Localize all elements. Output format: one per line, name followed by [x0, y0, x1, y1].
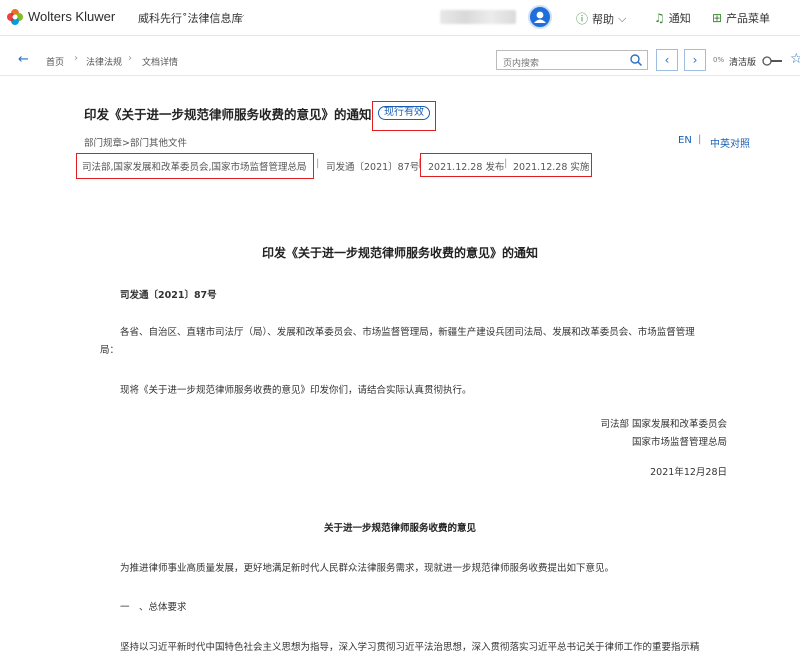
search-icon[interactable]	[629, 53, 643, 67]
user-name-blurred	[440, 10, 516, 24]
notifications-button[interactable]: ♫ 通知	[654, 10, 691, 26]
avatar[interactable]	[528, 5, 552, 29]
prev-match-button[interactable]: ‹	[656, 49, 678, 71]
chevron-down-icon[interactable]: ⌵	[236, 9, 244, 23]
grid-icon: ⊞	[712, 11, 723, 25]
page-title: 印发《关于进一步规范律师服务收费的意见》的通知	[84, 107, 372, 122]
document-date: 2021年12月28日	[650, 467, 727, 478]
help-icon: ⓘ	[576, 12, 589, 26]
recipients-line-2: 局：	[100, 345, 120, 356]
breadcrumb-separator-icon: ›	[128, 53, 132, 64]
document-number: 司发通〔2021〕87号	[326, 162, 420, 173]
clean-version-toggle[interactable]	[762, 56, 784, 66]
help-menu[interactable]: ⓘ 帮助 ⌵	[576, 10, 626, 27]
highlight-box-issuer	[76, 153, 314, 179]
product-menu-label: 产品菜单	[726, 12, 771, 25]
section-paragraph: 坚持以习近平新时代中国特色社会主义思想为指导，深入学习贯彻习近平法治思想，深入贯…	[120, 642, 700, 653]
breadcrumb-current: 文档详情	[142, 58, 179, 68]
in-page-search[interactable]	[496, 50, 648, 73]
clean-percent: 0%	[713, 56, 725, 64]
bell-icon: ♫	[654, 11, 665, 25]
signatory-line-2: 国家市场监督管理总局	[631, 437, 727, 448]
instruction-paragraph: 现将《关于进一步规范律师服务收费的意见》印发你们，请结合实际认真贯彻执行。	[120, 385, 472, 396]
favorite-star-icon[interactable]: ☆	[790, 51, 800, 67]
recipients-line-1: 各省、自治区、直辖市司法厅（局）、发展和改革委员会、市场监督管理局，新疆生产建设…	[120, 327, 695, 338]
opinion-title: 关于进一步规范律师服务收费的意见	[323, 523, 476, 534]
brand-name[interactable]: Wolters Kluwer	[28, 9, 115, 24]
document-category: 部门规章>部门其他文件	[84, 138, 187, 149]
breadcrumb-home[interactable]: 首页	[46, 55, 64, 68]
product-selector[interactable]: 威科先行˚法律信息库	[138, 10, 243, 26]
meta-separator: |	[316, 158, 320, 169]
chevron-left-icon: ‹	[664, 53, 670, 67]
wolters-kluwer-logo-icon[interactable]	[6, 8, 24, 26]
language-en-link[interactable]: EN	[678, 135, 692, 146]
top-header: Wolters Kluwer 威科先行˚法律信息库 ⌵ ⓘ 帮助 ⌵ ♫ 通知 …	[0, 0, 800, 36]
next-match-button[interactable]: ›	[684, 49, 706, 71]
back-arrow-icon[interactable]: ←	[18, 52, 29, 67]
product-menu-button[interactable]: ⊞ 产品菜单	[712, 10, 770, 26]
language-bilingual-link[interactable]: 中英对照	[710, 135, 750, 150]
content-heading: 印发《关于进一步规范律师服务收费的意见》的通知	[261, 246, 538, 260]
chevron-right-icon: ›	[692, 53, 698, 67]
section-heading: 一 、总体要求	[120, 602, 187, 613]
breadcrumb-separator-icon: ›	[74, 53, 78, 64]
document-toolbar: ← 首页 › 法律法规 › 文档详情 ‹ › 0% 清洁版 ☆	[0, 44, 800, 76]
chevron-down-icon: ⌵	[618, 11, 627, 25]
user-icon	[534, 11, 546, 23]
help-label: 帮助	[592, 12, 615, 26]
intro-paragraph: 为推进律师事业高质量发展，更好地满足新时代人民群众法律服务需求，现就进一步规范律…	[120, 563, 615, 574]
language-separator: |	[698, 134, 702, 145]
highlight-box-dates	[420, 153, 592, 177]
highlight-box-status	[372, 101, 436, 131]
search-input[interactable]	[497, 55, 621, 73]
notifications-label: 通知	[668, 12, 691, 25]
signatory-line-1: 司法部 国家发展和改革委员会	[600, 419, 727, 430]
breadcrumb-laws[interactable]: 法律法规	[86, 55, 122, 68]
clean-version-label: 清洁版	[729, 58, 757, 68]
content-doc-number: 司发通〔2021〕87号	[120, 290, 217, 301]
